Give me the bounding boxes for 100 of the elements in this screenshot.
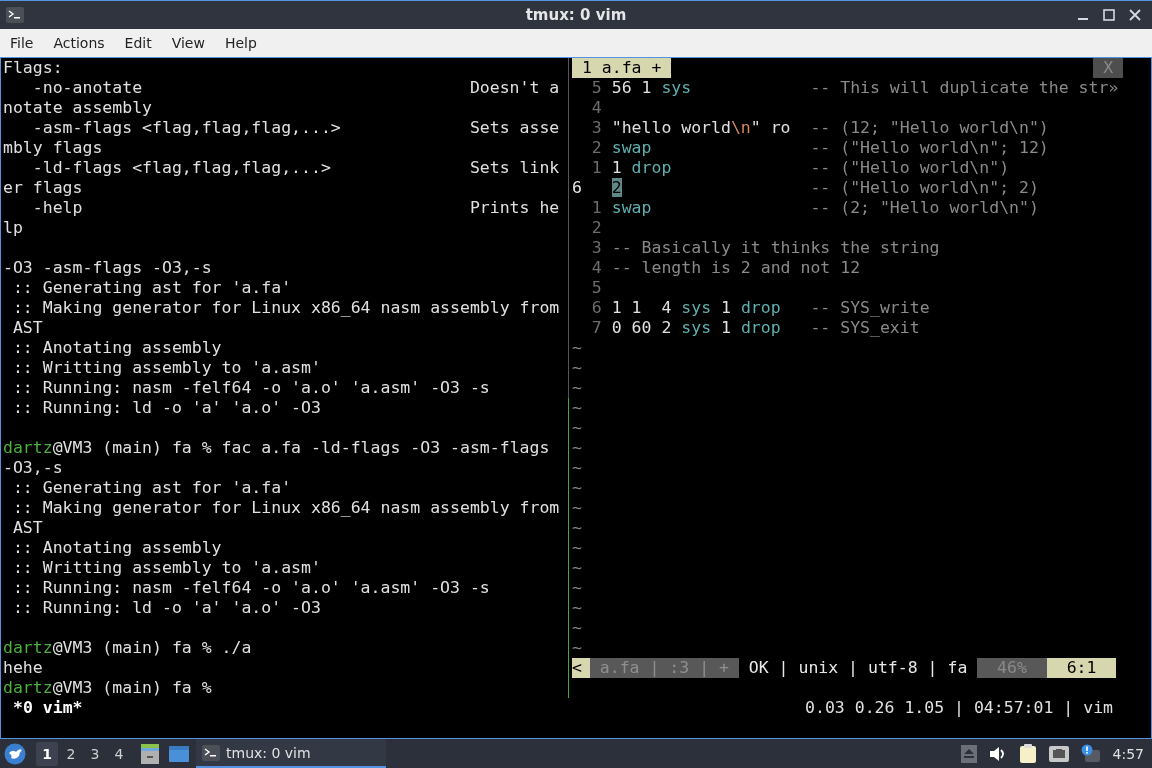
mode-indicator: < — [572, 658, 590, 678]
empty-line-marker: ~ — [572, 398, 582, 418]
code-text: 56 1 sys — [611, 78, 693, 98]
line-number: 5 — [590, 78, 602, 98]
eject-icon[interactable] — [960, 744, 977, 763]
line-number: 2 — [590, 218, 602, 238]
terminal-line: :: Running: ld -o 'a' 'a.o' -O3 — [11, 398, 321, 418]
option-description: Sets asse — [469, 118, 560, 138]
shell-prompt: dartz@VM3 (main) fa % — [3, 438, 212, 458]
code-text: "hello world\n" ro — [611, 118, 792, 138]
line-number: 3 — [590, 118, 602, 138]
terminal-line: :: Anotating assembly — [11, 538, 222, 558]
menu-item[interactable]: File — [2, 35, 42, 51]
app-menu-icon[interactable] — [4, 742, 26, 765]
window-icon[interactable] — [168, 743, 190, 764]
empty-line-marker: ~ — [572, 478, 582, 498]
line-number: 6 — [572, 178, 583, 198]
empty-line-marker: ~ — [572, 518, 582, 538]
line-number: 5 — [590, 278, 602, 298]
tmux-status-info: 0.03 0.26 1.05 | 04:57:01 | vim — [805, 698, 1113, 718]
maximize-icon[interactable] — [1102, 8, 1116, 22]
code-comment: -- (2; "Hello world\n") — [810, 198, 1039, 218]
shell-prompt: dartz@VM3 (main) fa % — [3, 678, 212, 698]
terminal-icon — [6, 7, 24, 23]
code-text: -- Basically it thinks the string — [611, 238, 940, 258]
notification-icon[interactable] — [1080, 743, 1101, 764]
code-text: swap — [611, 198, 653, 218]
code-comment: -- ("Hello world\n"; 2) — [810, 178, 1039, 198]
shell-prompt: dartz@VM3 (main) fa % — [3, 638, 212, 658]
buffer-tab[interactable]: 1 a.fa + — [572, 58, 672, 78]
line-number: 7 — [590, 318, 602, 338]
empty-line-marker: ~ — [572, 578, 582, 598]
clock: 4:57 — [1112, 745, 1144, 762]
shell-command: ./a — [221, 638, 252, 658]
empty-line-marker: ~ — [572, 618, 582, 638]
workspace-button[interactable]: 3 — [84, 741, 106, 766]
terminal-line: :: Writting assembly to 'a.asm' — [11, 558, 321, 578]
clipboard-icon[interactable] — [1018, 743, 1037, 764]
option-text: -no-anotate — [31, 78, 144, 98]
code-comment: -- SYS_write — [810, 298, 930, 318]
code-comment: -- (12; "Hello world\n") — [810, 118, 1049, 138]
terminal-line: :: Generating ast for 'a.fa' — [11, 478, 292, 498]
menu-item[interactable]: Edit — [116, 35, 160, 51]
cursor-position: 6:1 — [1046, 658, 1117, 678]
terminal-line: :: Writting assembly to 'a.asm' — [11, 358, 321, 378]
line-number: 2 — [590, 138, 602, 158]
terminal-line: :: Running: nasm -felf64 -o 'a.o' 'a.asm' -O3 -s — [11, 378, 490, 398]
workspace-button[interactable]: 4 — [108, 741, 130, 766]
code-comment: -- ("Hello world\n"; 12) — [810, 138, 1049, 158]
close-icon[interactable] — [1128, 8, 1142, 22]
empty-line-marker: ~ — [572, 558, 582, 578]
terminal-line: :: Making generator for Linux x86_64 nasm assembly from — [11, 498, 560, 518]
workspace-button[interactable]: 2 — [60, 741, 82, 766]
option-text: -asm-flags <flag,flag,flag,...> — [31, 118, 342, 138]
terminal-line: er flags — [3, 178, 83, 198]
empty-line-marker: ~ — [572, 538, 582, 558]
terminal-line: notate assembly — [3, 98, 152, 118]
empty-line-marker: ~ — [572, 438, 582, 458]
option-text: -help — [31, 198, 84, 218]
empty-line-marker: ~ — [572, 418, 582, 438]
empty-line-marker: ~ — [572, 638, 582, 658]
code-text: -- length is 2 and not 12 — [611, 258, 861, 278]
option-description: Prints he — [469, 198, 560, 218]
line-number: 3 — [590, 238, 602, 258]
tmux-window-list[interactable]: *0 vim* — [13, 698, 83, 718]
terminal-line: Flags: — [3, 58, 63, 78]
file-cabinet-icon[interactable] — [140, 742, 160, 765]
code-text: 2 — [611, 178, 623, 198]
speaker-icon[interactable] — [988, 745, 1007, 762]
file-format-info: OK | unix | utf-8 | fa — [747, 658, 969, 678]
empty-line-marker: ~ — [572, 358, 582, 378]
network-icon[interactable] — [1048, 744, 1069, 763]
terminal-line: mbly flags — [3, 138, 103, 158]
empty-line-marker: ~ — [572, 338, 582, 358]
terminal-line: :: Anotating assembly — [11, 338, 222, 358]
taskbar-task-button[interactable]: tmux: 0 vim — [196, 739, 386, 768]
line-number: 4 — [590, 258, 602, 278]
code-comment: -- SYS_exit — [810, 318, 920, 338]
terminal-line: :: Generating ast for 'a.fa' — [11, 278, 292, 298]
menu-item[interactable]: View — [163, 35, 213, 51]
empty-line-marker: ~ — [572, 378, 582, 398]
terminal-line: hehe — [3, 658, 43, 678]
terminal-line: -O3,-s — [3, 458, 63, 478]
terminal-line: :: Running: ld -o 'a' 'a.o' -O3 — [11, 598, 321, 618]
code-text: 1 drop — [611, 158, 673, 178]
empty-line-marker: ~ — [572, 458, 582, 478]
menu-item[interactable]: Actions — [45, 35, 113, 51]
code-text: 1 1 4 sys 1 drop — [611, 298, 782, 318]
menu-item[interactable]: Help — [216, 35, 265, 51]
terminal-line: :: Running: nasm -felf64 -o 'a.o' 'a.asm' -O3 -s — [11, 578, 490, 598]
terminal-line: lp — [3, 218, 23, 238]
option-description: Sets link — [469, 158, 560, 178]
workspace-button[interactable]: 1 — [36, 741, 58, 766]
line-number: 1 — [590, 198, 602, 218]
terminal-line: -O3 -asm-flags -O3,-s — [3, 258, 212, 278]
option-text: -ld-flags <flag,flag,flag,...> — [31, 158, 332, 178]
terminal-line: :: Making generator for Linux x86_64 nasm assembly from — [11, 298, 560, 318]
empty-line-marker: ~ — [572, 598, 582, 618]
line-number: 6 — [590, 298, 602, 318]
code-text: swap — [611, 138, 653, 158]
